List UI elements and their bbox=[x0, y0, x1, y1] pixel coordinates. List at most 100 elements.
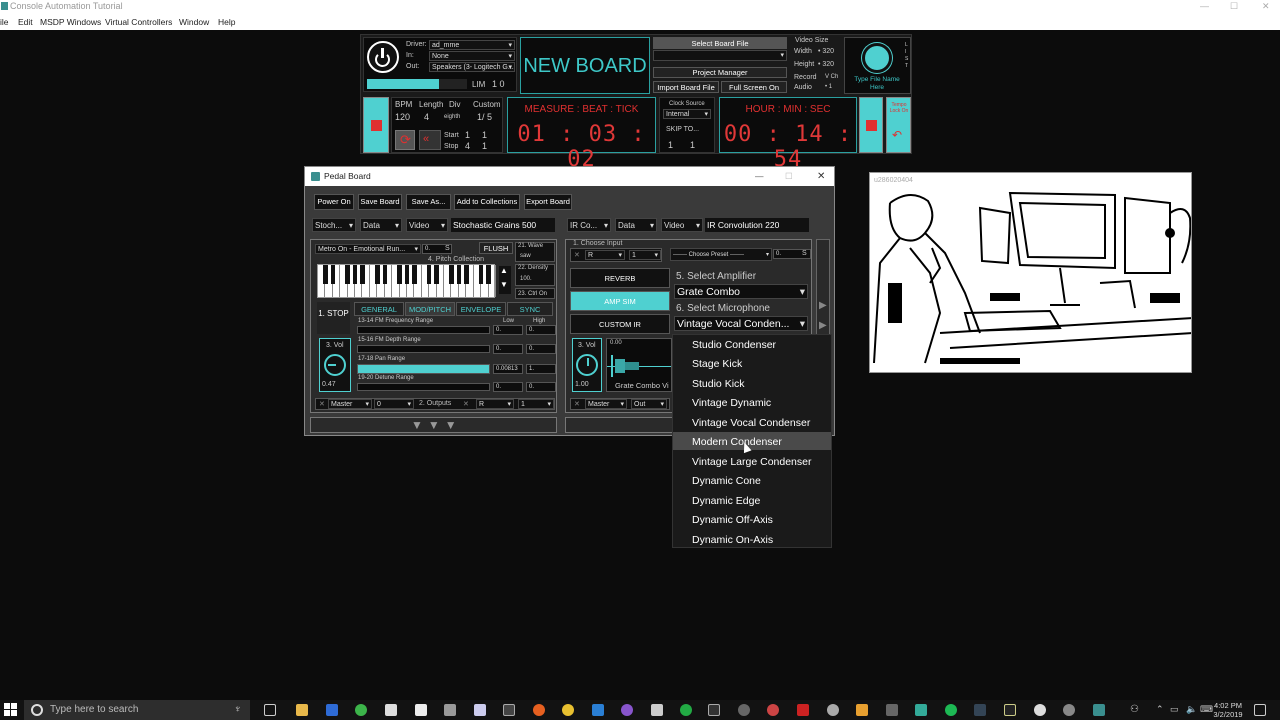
input-select[interactable]: None bbox=[429, 51, 515, 61]
mic-option-dynamic-on-axis[interactable]: Dynamic On-Axis bbox=[692, 534, 773, 546]
right-pedal-type-select[interactable]: IR Co... bbox=[567, 218, 611, 232]
right-out-select[interactable]: Out bbox=[631, 399, 667, 409]
record-stop-button[interactable] bbox=[859, 97, 883, 153]
board-file-select[interactable] bbox=[653, 50, 787, 61]
black-key[interactable] bbox=[360, 265, 365, 285]
left-expand-bar[interactable]: ▼▼▼ bbox=[310, 417, 557, 433]
maximize-icon[interactable]: ☐ bbox=[785, 167, 793, 186]
pan-range-high[interactable]: 1. bbox=[526, 364, 556, 374]
close-icon[interactable]: ✕ bbox=[1262, 0, 1270, 12]
app-icon-gray[interactable] bbox=[444, 704, 456, 716]
skip-to-label[interactable]: SKIP TO... bbox=[666, 126, 699, 133]
microphone-select[interactable]: Vintage Vocal Conden... bbox=[674, 316, 808, 331]
input-number-select[interactable]: 1 bbox=[629, 250, 661, 260]
black-key[interactable] bbox=[456, 265, 462, 285]
app-icon-green[interactable] bbox=[355, 704, 367, 716]
notifications-icon[interactable] bbox=[1254, 704, 1266, 716]
width-value[interactable]: • 320 bbox=[818, 48, 834, 55]
minimize-icon[interactable]: — bbox=[1200, 0, 1209, 12]
skip-b[interactable]: 1 bbox=[690, 140, 695, 150]
terminal-icon[interactable] bbox=[503, 704, 515, 716]
octave-arrows[interactable]: ▲ ▼ bbox=[499, 266, 511, 294]
stop-b[interactable]: 1 bbox=[482, 141, 487, 151]
loop-icon[interactable]: ⟳ bbox=[395, 130, 415, 150]
mic-option-vintage-dynamic[interactable]: Vintage Dynamic bbox=[692, 397, 771, 409]
driver-select[interactable]: ad_mme bbox=[429, 40, 515, 50]
black-key[interactable] bbox=[404, 265, 410, 285]
volume-knob-panel[interactable]: 3. Vol 0.47 bbox=[319, 338, 351, 392]
spotify-icon[interactable] bbox=[945, 704, 957, 716]
record-button[interactable] bbox=[862, 43, 892, 73]
chrome-icon[interactable] bbox=[562, 704, 574, 716]
people-icon[interactable]: ⚇ bbox=[1130, 704, 1142, 716]
app-icon-clock[interactable] bbox=[738, 704, 750, 716]
tab-sync[interactable]: SYNC bbox=[507, 302, 553, 316]
custom-value[interactable]: 1/ 5 bbox=[477, 112, 492, 122]
black-key[interactable] bbox=[478, 265, 484, 285]
tab-envelope[interactable]: ENVELOPE bbox=[456, 302, 506, 316]
master-channel-select[interactable]: 0 bbox=[374, 399, 414, 409]
ctrl-on-toggle[interactable]: 23. Ctrl On bbox=[515, 288, 555, 299]
power-on-button[interactable]: Power On bbox=[314, 194, 354, 210]
choose-preset-select[interactable]: ------- Choose Preset ------- bbox=[670, 248, 772, 261]
mic-option-studio-kick[interactable]: Studio Kick bbox=[692, 378, 745, 390]
mic-option-stage-kick[interactable]: Stage Kick bbox=[692, 358, 742, 370]
pan-range-slider[interactable] bbox=[357, 364, 490, 374]
project-manager-button[interactable]: Project Manager bbox=[653, 67, 787, 78]
left-data-select[interactable]: Data bbox=[360, 218, 402, 232]
tab-mod-pitch[interactable]: MOD/PITCH bbox=[405, 302, 455, 316]
mic-option-dynamic-cone[interactable]: Dynamic Cone bbox=[692, 475, 761, 487]
black-key[interactable] bbox=[345, 265, 350, 285]
maximize-icon[interactable]: ☐ bbox=[1230, 0, 1238, 12]
export-board-button[interactable]: Export Board bbox=[524, 194, 572, 210]
right-volume-panel[interactable]: 3. Vol 1.00 bbox=[572, 338, 602, 392]
right-pedal-name[interactable]: IR Convolution 220 bbox=[705, 218, 809, 232]
black-key[interactable] bbox=[352, 265, 358, 285]
app-icon-white[interactable] bbox=[1034, 704, 1046, 716]
bpm-value[interactable]: 120 bbox=[395, 112, 410, 122]
menu-file[interactable]: ile bbox=[0, 14, 9, 30]
black-key[interactable] bbox=[330, 265, 336, 285]
detune-range-high[interactable]: 0. bbox=[526, 382, 556, 392]
volume-knob[interactable] bbox=[324, 354, 346, 376]
app-icon-teal[interactable] bbox=[915, 704, 927, 716]
list-button[interactable]: L I S T bbox=[905, 42, 910, 70]
left-video-select[interactable]: Video bbox=[406, 218, 448, 232]
menu-virtual-controllers[interactable]: Virtual Controllers bbox=[105, 14, 172, 30]
menu-edit[interactable]: Edit bbox=[18, 14, 33, 30]
app-icon-gear[interactable] bbox=[886, 704, 898, 716]
black-key[interactable] bbox=[427, 265, 432, 285]
right-data-select[interactable]: Data bbox=[615, 218, 657, 232]
black-key[interactable] bbox=[412, 265, 417, 285]
network-icon[interactable]: ▭ bbox=[1170, 704, 1182, 716]
output-select[interactable]: Speakers (3- Logitech G... bbox=[429, 62, 515, 72]
detune-range-slider[interactable] bbox=[357, 383, 490, 391]
fm-frequency-low[interactable]: 0. bbox=[493, 325, 523, 335]
black-key[interactable] bbox=[397, 265, 402, 285]
save-board-button[interactable]: Save Board bbox=[358, 194, 402, 210]
firefox-icon[interactable] bbox=[533, 704, 545, 716]
app-icon-box[interactable] bbox=[651, 704, 663, 716]
power-icon[interactable] bbox=[367, 41, 399, 73]
add-to-collections-button[interactable]: Add to Collections bbox=[454, 194, 520, 210]
black-key[interactable] bbox=[449, 265, 454, 285]
stop-a[interactable]: 4 bbox=[465, 141, 470, 151]
volume-icon[interactable]: 🔈 bbox=[1186, 704, 1198, 716]
pan-range-low[interactable]: 0.00813 bbox=[493, 364, 523, 374]
app-icon-red[interactable] bbox=[767, 704, 779, 716]
close-icon[interactable]: ✕ bbox=[574, 400, 580, 408]
stop-button[interactable]: 1. STOP bbox=[317, 302, 350, 334]
app-icon-disc[interactable] bbox=[827, 704, 839, 716]
menu-help[interactable]: Help bbox=[218, 14, 235, 30]
powershell-icon[interactable] bbox=[326, 704, 338, 716]
select-board-file-button[interactable]: Select Board File bbox=[653, 37, 787, 49]
output-channel-select[interactable]: R bbox=[476, 399, 514, 409]
mic-option-vintage-vocal-condenser[interactable]: Vintage Vocal Condenser bbox=[692, 417, 810, 429]
tempo-lock-panel[interactable]: Tempo Lock On ↶ bbox=[886, 97, 911, 153]
close-icon[interactable]: ✕ bbox=[463, 400, 469, 408]
tab-general[interactable]: GENERAL bbox=[354, 302, 404, 316]
right-video-select[interactable]: Video bbox=[661, 218, 703, 232]
calendar-icon[interactable] bbox=[415, 704, 427, 716]
pitch-keyboard[interactable] bbox=[317, 264, 496, 298]
filezilla-icon[interactable] bbox=[797, 704, 809, 716]
